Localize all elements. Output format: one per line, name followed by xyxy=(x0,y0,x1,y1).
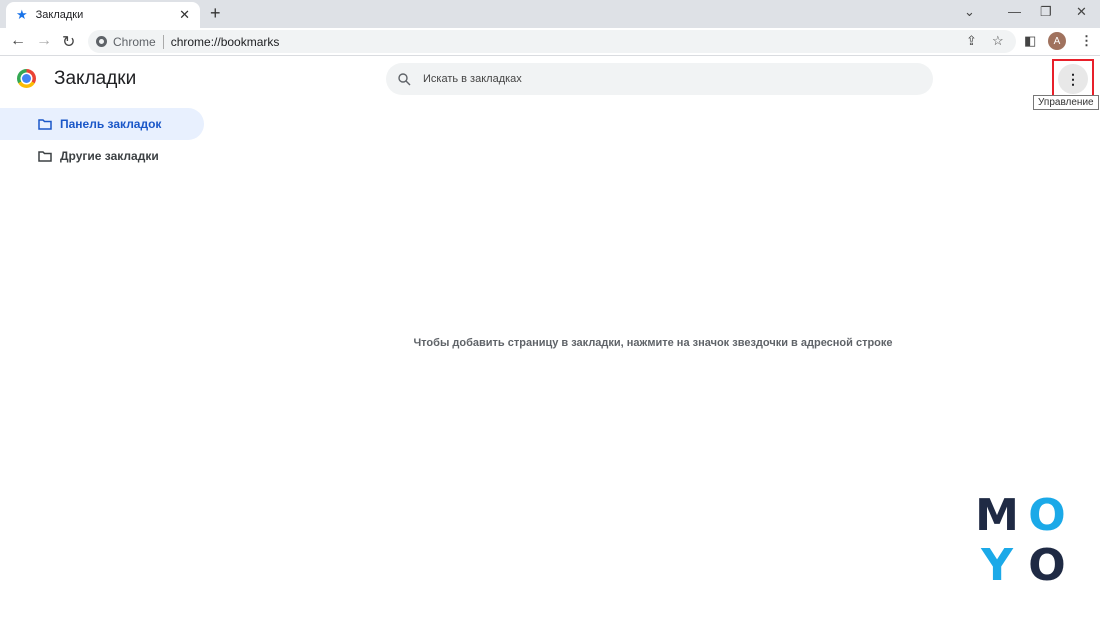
avatar[interactable]: A xyxy=(1048,32,1066,50)
search-icon xyxy=(398,72,411,85)
bookmark-star-icon[interactable]: ☆ xyxy=(992,33,1004,49)
logo-letter: O xyxy=(1028,540,1066,591)
empty-state-message: Чтобы добавить страницу в закладки, нажм… xyxy=(413,337,893,349)
tab-search-icon[interactable]: ⌄ xyxy=(964,4,975,20)
moyo-watermark-logo: M O Y O xyxy=(972,494,1072,588)
new-tab-button[interactable]: + xyxy=(210,3,221,24)
sidebar-item-bookmarks-bar[interactable]: Панель закладок xyxy=(0,108,204,140)
address-bar[interactable]: Chrome chrome://bookmarks xyxy=(88,30,1016,53)
logo-letter: Y xyxy=(981,540,1013,591)
url-text[interactable]: chrome://bookmarks xyxy=(171,35,280,49)
tab-title: Закладки xyxy=(35,9,84,21)
restore-button[interactable]: ❐ xyxy=(1040,4,1052,20)
site-chip: Chrome xyxy=(113,34,156,49)
chrome-site-icon xyxy=(96,36,107,47)
search-bar[interactable] xyxy=(386,63,933,95)
share-icon[interactable]: ⇪ xyxy=(966,33,977,49)
sidebar-item-label: Панель закладок xyxy=(60,117,162,131)
menu-tooltip: Управление xyxy=(1033,95,1099,110)
page-title: Закладки xyxy=(54,68,137,89)
forward-button[interactable]: → xyxy=(36,32,52,50)
side-panel-icon[interactable]: ◧ xyxy=(1024,33,1036,49)
chrome-logo-icon xyxy=(17,69,36,88)
folder-icon xyxy=(38,150,52,162)
sidebar-item-other-bookmarks[interactable]: Другие закладки xyxy=(0,140,204,172)
folder-icon xyxy=(38,118,52,130)
search-input[interactable] xyxy=(423,73,903,85)
star-icon: ★ xyxy=(16,7,28,22)
back-button[interactable]: ← xyxy=(10,32,26,50)
close-tab-icon[interactable]: ✕ xyxy=(179,7,190,23)
highlight-box xyxy=(1052,59,1094,97)
toolbar: ← → ↻ Chrome chrome://bookmarks ⇪ ☆ ◧ ⋮ xyxy=(0,28,1100,56)
sidebar-item-label: Другие закладки xyxy=(60,149,159,163)
tab-bookmarks[interactable]: ★ Закладки ✕ xyxy=(6,2,200,28)
close-window-button[interactable]: ✕ xyxy=(1076,4,1087,20)
logo-letter: O xyxy=(1028,490,1066,541)
minimize-button[interactable]: — xyxy=(1008,4,1021,19)
tab-strip: ★ Закладки ✕ + ⌄ — ❐ ✕ xyxy=(0,0,1100,28)
reload-button[interactable]: ↻ xyxy=(62,32,75,52)
chrome-menu-icon[interactable]: ⋮ xyxy=(1080,33,1093,49)
logo-letter: M xyxy=(975,490,1019,541)
divider xyxy=(162,34,164,49)
